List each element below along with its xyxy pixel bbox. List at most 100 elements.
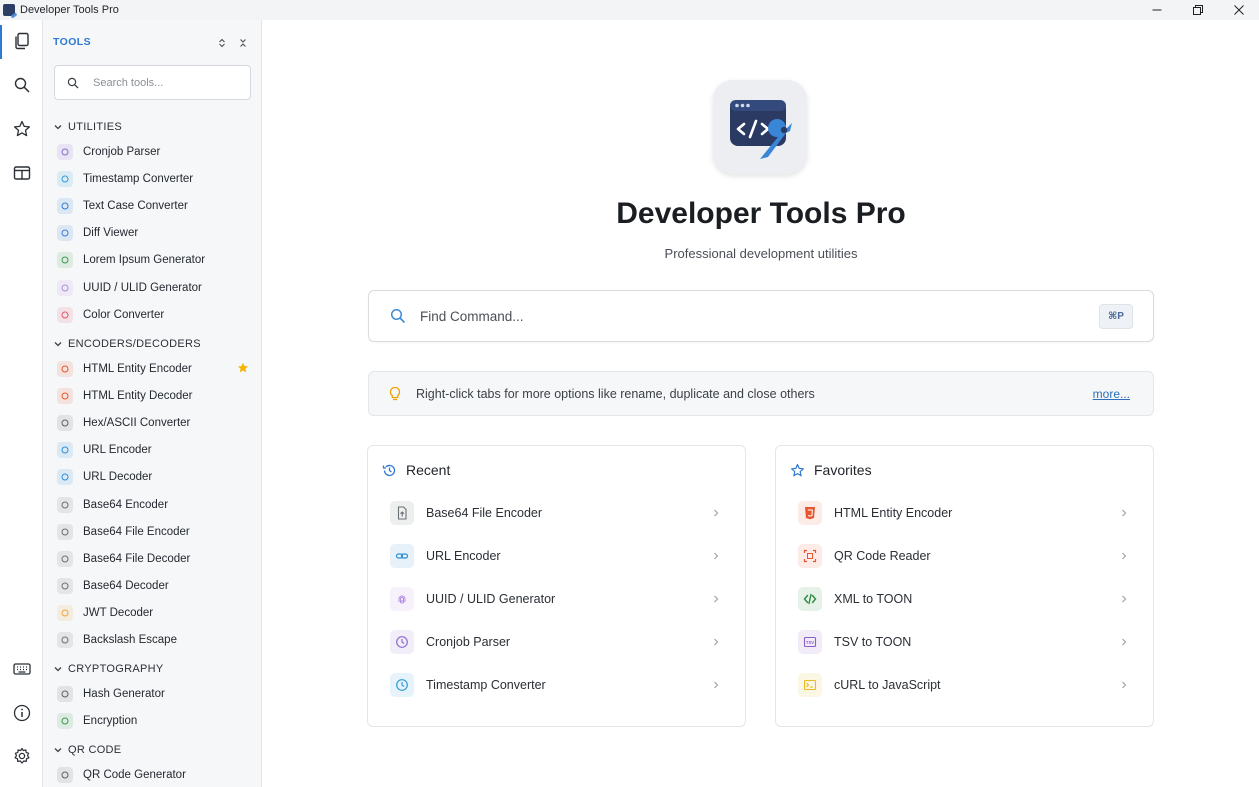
app-subtitle: Professional development utilities [664, 246, 858, 261]
activity-settings[interactable] [0, 736, 43, 776]
activity-tools[interactable] [0, 21, 43, 61]
tool-label: QR Code Generator [83, 769, 186, 781]
chevron-down-icon [54, 125, 62, 130]
activity-keyboard[interactable] [0, 649, 43, 689]
tool-icon [57, 388, 73, 405]
expand-all-button[interactable] [215, 36, 229, 50]
keyboard-icon [12, 663, 31, 675]
tool-item[interactable]: Base64 Encoder [57, 495, 257, 515]
tool-item[interactable]: HTML Entity Encoder [57, 359, 257, 379]
tool-icon [57, 198, 73, 215]
recent-item[interactable]: Timestamp Converter [378, 666, 734, 704]
tool-item[interactable]: UUID / ULID Generator [57, 278, 257, 298]
tool-label: Base64 File Decoder [83, 552, 191, 565]
tool-label: Hash Generator [83, 688, 165, 700]
sidebar-header: TOOLS [53, 36, 253, 52]
tool-icon [57, 496, 73, 513]
clock-icon [390, 673, 414, 697]
category-header[interactable]: CRYPTOGRAPHY [53, 660, 164, 678]
minimize-icon [1152, 9, 1161, 11]
tool-icon [57, 577, 73, 594]
activity-info[interactable] [0, 693, 43, 733]
tool-item[interactable]: Diff Viewer [57, 223, 257, 243]
close-button[interactable] [1218, 0, 1259, 20]
favorites-item[interactable]: XML to TOON [786, 580, 1142, 618]
tool-item[interactable]: URL Decoder [57, 467, 257, 487]
recent-item[interactable]: Cronjob Parser [378, 623, 734, 661]
chevron-right-icon [1122, 681, 1127, 689]
activity-search[interactable] [0, 65, 43, 105]
collapse-all-icon [240, 39, 246, 47]
category-header[interactable]: ENCODERS/DECODERS [53, 335, 201, 353]
recent-item-label: Timestamp Converter [426, 678, 546, 692]
tip-more-link[interactable]: more... [1093, 387, 1130, 401]
recent-item-label: UUID / ULID Generator [426, 592, 556, 606]
collapse-all-button[interactable] [236, 36, 250, 50]
category-header[interactable]: QR CODE [53, 741, 121, 759]
favorites-item-label: HTML Entity Encoder [834, 506, 953, 520]
chevron-right-icon [714, 638, 719, 646]
tool-label: Hex/ASCII Converter [83, 417, 191, 430]
qr-scan-icon [798, 544, 822, 568]
tool-item[interactable]: JWT Decoder [57, 603, 257, 623]
fingerprint-icon [390, 587, 414, 611]
category-label: QR CODE [68, 744, 122, 756]
tool-item[interactable]: Cronjob Parser [57, 142, 257, 162]
tool-label: Timestamp Converter [83, 173, 194, 186]
tool-item[interactable]: Encryption [57, 711, 257, 731]
tool-label: URL Encoder [83, 444, 152, 457]
recent-item-label: URL Encoder [426, 549, 501, 563]
tool-item[interactable]: URL Encoder [57, 440, 257, 460]
tool-item[interactable]: Base64 File Decoder [57, 549, 257, 569]
info-icon [13, 704, 30, 722]
tool-item[interactable]: Hex/ASCII Converter [57, 413, 257, 433]
tool-item[interactable]: Base64 Decoder [57, 576, 257, 596]
search-tools-input[interactable] [93, 76, 243, 89]
find-command-input[interactable] [420, 308, 1080, 324]
recent-item[interactable]: Base64 File Encoder [378, 494, 734, 532]
activity-panels[interactable] [0, 153, 43, 193]
window-title: Developer Tools Pro [20, 4, 119, 16]
chevron-right-icon [1122, 552, 1127, 560]
tool-item[interactable]: Hash Generator [57, 684, 257, 704]
tool-item[interactable]: HTML Entity Decoder [57, 386, 257, 406]
favorites-item[interactable]: cURL to JavaScript [786, 666, 1142, 704]
star-icon [791, 463, 804, 476]
tool-item[interactable]: Base64 File Encoder [57, 522, 257, 542]
tool-item[interactable]: QR Code Generator [57, 765, 257, 785]
expand-collapse-icon [219, 38, 225, 48]
tool-icon [57, 632, 73, 648]
favorites-item[interactable]: TSV TSV to TOON [786, 623, 1142, 661]
chevron-down-icon [54, 342, 62, 347]
tool-item[interactable]: Text Case Converter [57, 196, 257, 216]
recent-item[interactable]: URL Encoder [378, 537, 734, 575]
tool-item[interactable]: Timestamp Converter [57, 169, 257, 189]
minimize-button[interactable] [1136, 0, 1177, 20]
tool-item[interactable]: Lorem Ipsum Generator [57, 250, 257, 270]
recent-item[interactable]: UUID / ULID Generator [378, 580, 734, 618]
activity-favorites[interactable] [0, 109, 43, 149]
tool-label: Color Converter [83, 308, 165, 321]
tool-item[interactable]: Backslash Escape [57, 630, 257, 650]
tools-sidebar: TOOLS UTILITIES Cronjob Parser Timestamp C… [43, 20, 262, 787]
favorites-panel: Favorites HTML Entity Encoder QR Code Rea… [775, 445, 1154, 727]
tool-label: Lorem Ipsum Generator [83, 254, 206, 267]
tool-label: HTML Entity Decoder [83, 390, 193, 403]
command-palette[interactable]: ⌘P [368, 290, 1154, 342]
search-icon [67, 77, 79, 88]
tool-label: Diff Viewer [83, 227, 139, 240]
history-icon [382, 464, 396, 476]
favorites-item[interactable]: HTML Entity Encoder [786, 494, 1142, 532]
category-header[interactable]: UTILITIES [53, 118, 122, 136]
main-content: Developer Tools Pro Professional develop… [263, 20, 1259, 787]
chevron-right-icon [714, 681, 719, 689]
tool-icon [57, 442, 73, 459]
tool-label: URL Decoder [83, 471, 153, 484]
chevron-right-icon [714, 552, 719, 560]
favorites-item[interactable]: QR Code Reader [786, 537, 1142, 575]
favorite-star-icon[interactable] [237, 362, 249, 374]
chevron-right-icon [1122, 595, 1127, 603]
tool-item[interactable]: Color Converter [57, 305, 257, 325]
tool-label: JWT Decoder [83, 606, 154, 619]
restore-button[interactable] [1177, 0, 1218, 20]
